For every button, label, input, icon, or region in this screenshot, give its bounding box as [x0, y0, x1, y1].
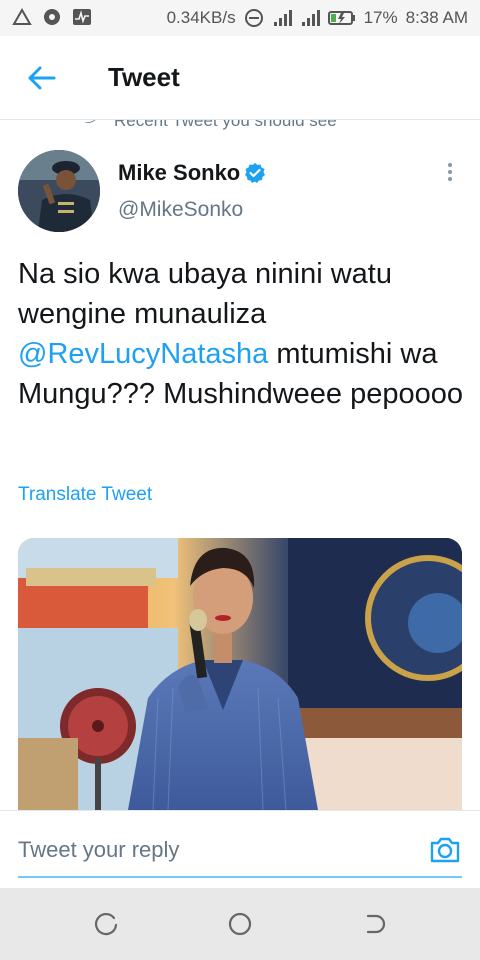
tweet-media-image[interactable] — [18, 538, 462, 810]
home-icon — [228, 912, 252, 936]
avatar-image — [18, 150, 100, 232]
clock: 8:38 AM — [405, 8, 468, 27]
recent-apps-button[interactable] — [90, 908, 122, 940]
arrow-left-icon — [28, 66, 56, 90]
translate-tweet-link[interactable]: Translate Tweet — [18, 484, 152, 506]
signal-icon — [300, 9, 320, 27]
status-right: 0.34KB/s 17% 8:38 AM — [167, 8, 468, 28]
back-nav-button[interactable] — [358, 908, 390, 940]
camera-icon — [430, 837, 460, 863]
author-name[interactable]: Mike Sonko — [118, 160, 240, 186]
pulse-icon — [72, 8, 92, 26]
chrome-icon — [42, 8, 62, 26]
battery-charging-icon — [327, 9, 356, 27]
reply-input[interactable] — [18, 837, 398, 863]
recent-apps-icon — [94, 912, 118, 936]
system-nav-bar — [0, 888, 480, 960]
page-title: Tweet — [108, 62, 180, 92]
photo — [18, 538, 462, 810]
status-bar: 0.34KB/s 17% 8:38 AM — [0, 0, 480, 36]
camera-button[interactable] — [428, 833, 462, 867]
dnd-icon — [244, 9, 264, 27]
back-icon — [366, 914, 386, 934]
home-button[interactable] — [224, 908, 256, 940]
reply-composer — [0, 810, 480, 888]
battery-percent: 17% — [363, 8, 398, 27]
more-vertical-icon — [448, 163, 452, 167]
tweet-text-before: Na sio kwa ubaya ninini watu wengine mun… — [18, 258, 392, 330]
status-left — [12, 7, 92, 26]
app-bar-cover: Tweet — [0, 36, 480, 120]
reply-underline — [18, 876, 462, 878]
mention-link[interactable]: @RevLucyNatasha — [18, 338, 268, 370]
avatar[interactable] — [18, 150, 100, 232]
author-handle[interactable]: @MikeSonko — [118, 198, 243, 222]
net-speed: 0.34KB/s — [166, 8, 236, 27]
verified-badge-icon — [244, 162, 266, 184]
signal-icon — [272, 9, 292, 27]
alert-triangle-icon — [12, 7, 32, 26]
back-button[interactable] — [22, 62, 62, 94]
tweet-text: Na sio kwa ubaya ninini watu wengine mun… — [18, 254, 468, 414]
more-options-button[interactable] — [440, 160, 460, 190]
